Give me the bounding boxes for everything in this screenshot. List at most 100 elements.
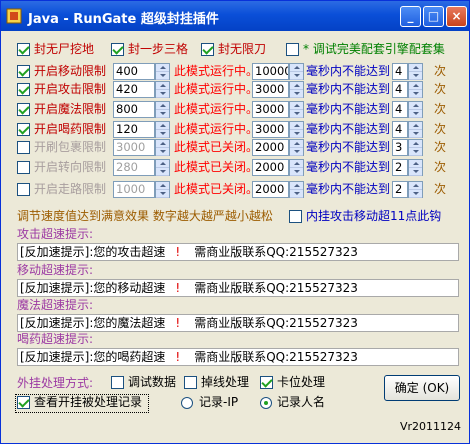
spin-down-icon[interactable] xyxy=(409,72,422,80)
ms-spinner[interactable] xyxy=(289,181,304,198)
wuxiandao-checkbox[interactable] xyxy=(201,43,214,56)
maximize-button[interactable]: □ xyxy=(423,6,444,27)
speed-row-checkbox[interactable] xyxy=(17,183,30,196)
speed-value-spinner[interactable] xyxy=(155,181,170,198)
spin-up-icon[interactable] xyxy=(409,64,422,72)
spin-up-icon[interactable] xyxy=(156,82,169,90)
speed-value-field[interactable]: 800 xyxy=(113,101,155,118)
spin-down-icon[interactable] xyxy=(156,190,169,198)
speed-value-spinner[interactable] xyxy=(155,139,170,156)
spin-up-icon[interactable] xyxy=(409,82,422,90)
spin-down-icon[interactable] xyxy=(290,110,303,118)
speed-value-field[interactable]: 1000 xyxy=(113,181,155,198)
yibusange-checkbox[interactable] xyxy=(111,43,124,56)
count-field[interactable]: 2 xyxy=(392,159,408,176)
count-spinner[interactable] xyxy=(408,121,423,138)
speed-value-spinner[interactable] xyxy=(155,101,170,118)
handling-debug-checkbox[interactable] xyxy=(111,376,124,389)
speed-value-field[interactable]: 280 xyxy=(113,159,155,176)
count-field[interactable]: 4 xyxy=(392,121,408,138)
count-field[interactable]: 4 xyxy=(392,63,408,80)
record-name-radio[interactable] xyxy=(260,397,272,409)
spin-down-icon[interactable] xyxy=(290,130,303,138)
speed-row-checkbox[interactable] xyxy=(17,161,30,174)
speed-value-spinner[interactable] xyxy=(155,63,170,80)
spin-up-icon[interactable] xyxy=(290,182,303,190)
handling-block-checkbox[interactable] xyxy=(260,376,273,389)
count-spinner[interactable] xyxy=(408,101,423,118)
debug-engine-checkbox[interactable] xyxy=(286,43,299,56)
count-spinner[interactable] xyxy=(408,159,423,176)
count-spinner[interactable] xyxy=(408,81,423,98)
spin-up-icon[interactable] xyxy=(290,140,303,148)
spin-up-icon[interactable] xyxy=(290,82,303,90)
spin-down-icon[interactable] xyxy=(156,168,169,176)
ms-spinner[interactable] xyxy=(289,121,304,138)
inner-attack-checkbox[interactable] xyxy=(289,210,302,223)
spin-up-icon[interactable] xyxy=(290,160,303,168)
spin-down-icon[interactable] xyxy=(290,90,303,98)
spin-up-icon[interactable] xyxy=(156,160,169,168)
spin-up-icon[interactable] xyxy=(409,182,422,190)
spin-up-icon[interactable] xyxy=(409,160,422,168)
speed-row-checkbox[interactable] xyxy=(17,123,30,136)
ms-field[interactable]: 3000 xyxy=(252,101,289,118)
spin-down-icon[interactable] xyxy=(409,130,422,138)
speed-value-spinner[interactable] xyxy=(155,81,170,98)
hint-input[interactable]: [反加速提示]:您的魔法超速! 需商业版联系QQ:215527323 xyxy=(17,314,459,332)
ms-field[interactable]: 3000 xyxy=(252,121,289,138)
ms-field[interactable]: 3000 xyxy=(252,81,289,98)
speed-row-checkbox[interactable] xyxy=(17,141,30,154)
spin-up-icon[interactable] xyxy=(290,64,303,72)
count-spinner[interactable] xyxy=(408,181,423,198)
spin-down-icon[interactable] xyxy=(290,168,303,176)
count-field[interactable]: 4 xyxy=(392,81,408,98)
spin-down-icon[interactable] xyxy=(156,72,169,80)
hint-input[interactable]: [反加速提示]:您的攻击超速! 需商业版联系QQ:215527323 xyxy=(17,243,459,261)
spin-up-icon[interactable] xyxy=(290,122,303,130)
hint-input[interactable]: [反加速提示]:您的喝药超速! 需商业版联系QQ:215527323 xyxy=(17,348,459,366)
spin-down-icon[interactable] xyxy=(409,110,422,118)
speed-value-field[interactable]: 3000 xyxy=(113,139,155,156)
wuzhi-checkbox[interactable] xyxy=(17,43,30,56)
spin-down-icon[interactable] xyxy=(156,130,169,138)
spin-down-icon[interactable] xyxy=(156,148,169,156)
count-field[interactable]: 3 xyxy=(392,139,408,156)
ms-field[interactable]: 10000 xyxy=(252,63,289,80)
speed-value-field[interactable]: 400 xyxy=(113,63,155,80)
spin-down-icon[interactable] xyxy=(290,190,303,198)
handling-disconnect-checkbox[interactable] xyxy=(184,376,197,389)
speed-row-checkbox[interactable] xyxy=(17,65,30,78)
ms-spinner[interactable] xyxy=(289,101,304,118)
spin-down-icon[interactable] xyxy=(409,148,422,156)
spin-down-icon[interactable] xyxy=(409,90,422,98)
count-spinner[interactable] xyxy=(408,63,423,80)
count-field[interactable]: 4 xyxy=(392,101,408,118)
hint-input[interactable]: [反加速提示]:您的移动超速! 需商业版联系QQ:215527323 xyxy=(17,279,459,297)
speed-value-spinner[interactable] xyxy=(155,159,170,176)
spin-up-icon[interactable] xyxy=(409,102,422,110)
spin-down-icon[interactable] xyxy=(409,168,422,176)
ms-field[interactable]: 2000 xyxy=(252,139,289,156)
spin-up-icon[interactable] xyxy=(409,140,422,148)
spin-down-icon[interactable] xyxy=(156,90,169,98)
spin-up-icon[interactable] xyxy=(156,122,169,130)
ms-spinner[interactable] xyxy=(289,81,304,98)
spin-up-icon[interactable] xyxy=(156,102,169,110)
spin-up-icon[interactable] xyxy=(156,182,169,190)
spin-down-icon[interactable] xyxy=(409,190,422,198)
ms-field[interactable]: 2000 xyxy=(252,181,289,198)
count-field[interactable]: 2 xyxy=(392,181,408,198)
spin-up-icon[interactable] xyxy=(409,122,422,130)
spin-down-icon[interactable] xyxy=(156,110,169,118)
spin-up-icon[interactable] xyxy=(156,140,169,148)
title-bar[interactable]: Java - RunGate 超级封挂插件 _ □ × xyxy=(1,1,469,31)
ms-spinner[interactable] xyxy=(289,139,304,156)
spin-down-icon[interactable] xyxy=(290,72,303,80)
speed-value-spinner[interactable] xyxy=(155,121,170,138)
view-record-checkbox[interactable] xyxy=(17,396,30,409)
speed-row-checkbox[interactable] xyxy=(17,83,30,96)
ms-field[interactable]: 2000 xyxy=(252,159,289,176)
speed-row-checkbox[interactable] xyxy=(17,103,30,116)
ok-button[interactable]: 确定 (OK) xyxy=(384,375,460,401)
